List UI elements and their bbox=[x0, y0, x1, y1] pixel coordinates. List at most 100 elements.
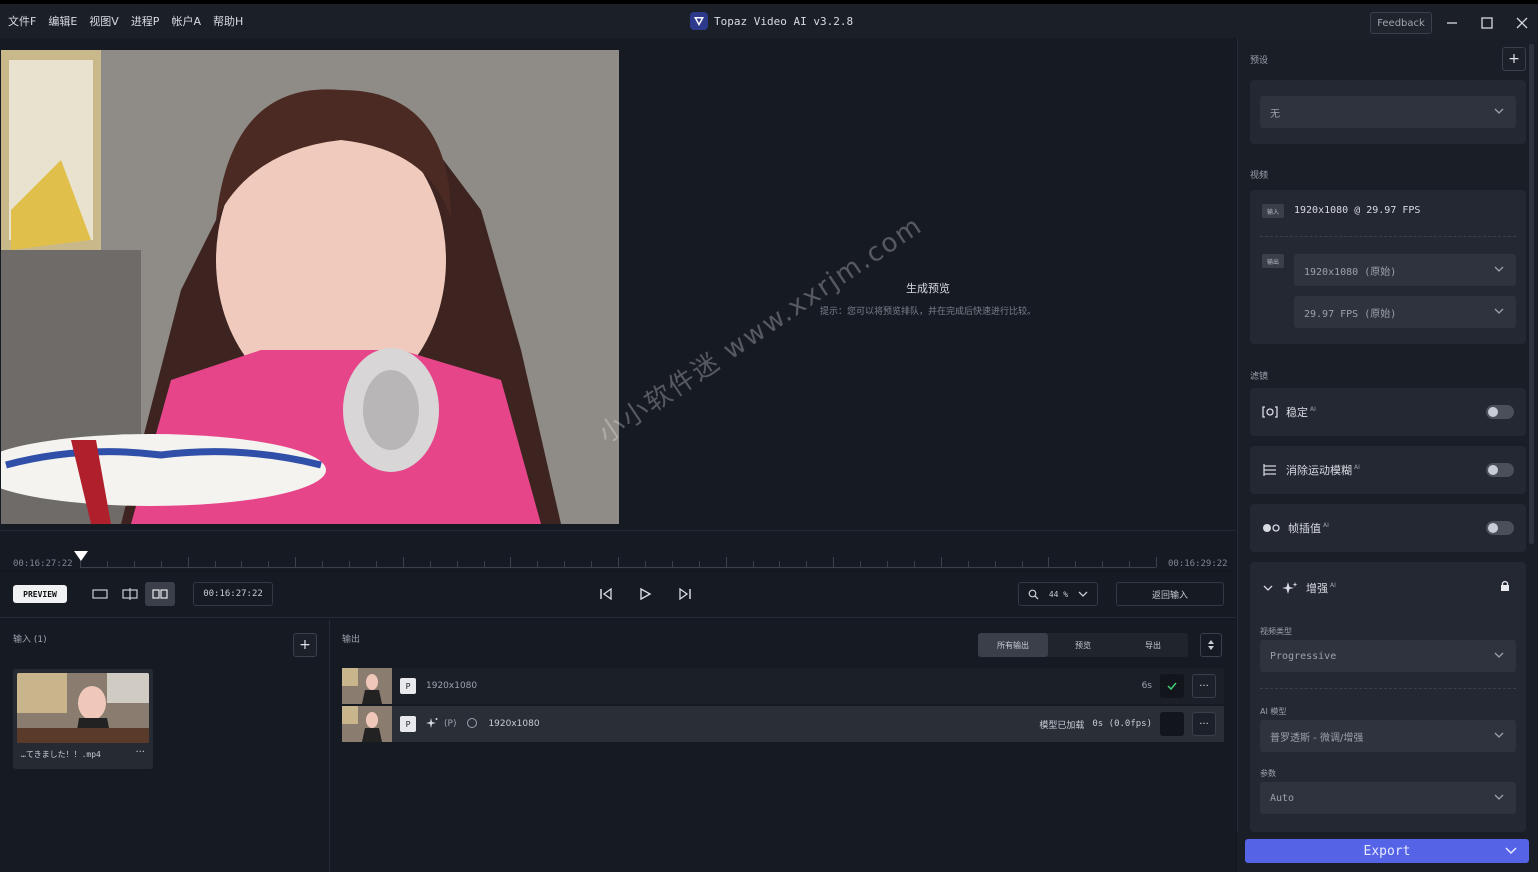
tab-all-outputs[interactable]: 所有输出 bbox=[978, 633, 1048, 657]
ai-badge: AI bbox=[1310, 406, 1316, 414]
menu-help[interactable]: 帮助H bbox=[213, 13, 243, 29]
playback-controls: PREVIEW 00:16:27:22 44 % 返回输入 bbox=[0, 572, 1236, 618]
timeline[interactable]: 00:16:27:22 00:16:29:22 bbox=[0, 530, 1236, 570]
single-view-icon[interactable] bbox=[85, 582, 115, 606]
play-icon[interactable] bbox=[635, 584, 655, 604]
input-info: 1920x1080 @ 29.97 FPS bbox=[1294, 205, 1421, 216]
filter-motion-deblur[interactable]: 消除运动模糊 AI bbox=[1250, 446, 1526, 494]
split-view-icon[interactable] bbox=[115, 582, 145, 606]
ai-badge: AI bbox=[1330, 582, 1336, 590]
row-more-button[interactable]: ··· bbox=[1192, 674, 1216, 698]
timeline-tick bbox=[940, 557, 942, 567]
settings-scrollbar[interactable] bbox=[1529, 44, 1534, 544]
zoom-icon bbox=[1028, 589, 1039, 599]
timeline-tick bbox=[913, 561, 915, 567]
preset-select[interactable]: 无 bbox=[1260, 96, 1516, 128]
tab-previews[interactable]: 预览 bbox=[1048, 633, 1118, 657]
output-resolution-value: 1920x1080 (原始) bbox=[1304, 266, 1397, 278]
ai-model-value: 普罗透斯 - 微调/增强 bbox=[1270, 732, 1364, 744]
motion-deblur-icon bbox=[1263, 464, 1276, 476]
export-button[interactable]: Export bbox=[1245, 839, 1529, 863]
menu-view[interactable]: 视图V bbox=[89, 13, 119, 29]
video-type-select[interactable]: Progressive bbox=[1260, 640, 1516, 672]
menu-file[interactable]: 文件F bbox=[8, 13, 36, 29]
playhead-icon[interactable] bbox=[74, 551, 88, 561]
side-by-side-view-icon[interactable] bbox=[145, 582, 175, 606]
frame-interpolation-icon bbox=[1263, 524, 1280, 532]
row-more-button[interactable]: ··· bbox=[1192, 712, 1216, 736]
frame-interpolation-toggle[interactable] bbox=[1486, 521, 1514, 535]
menu-process[interactable]: 进程P bbox=[131, 13, 160, 29]
filter-stabilize[interactable]: 稳定 AI bbox=[1250, 388, 1526, 436]
menu-account[interactable]: 帐户A bbox=[171, 13, 201, 29]
close-icon[interactable] bbox=[1512, 13, 1532, 33]
timeline-tick bbox=[967, 561, 969, 567]
output-fps-value: 29.97 FPS (原始) bbox=[1304, 308, 1397, 320]
timeline-tick bbox=[887, 561, 888, 567]
parameter-value: Auto bbox=[1270, 792, 1295, 804]
timeline-tick bbox=[698, 561, 700, 567]
chevron-down-icon bbox=[1494, 794, 1504, 800]
lock-icon[interactable] bbox=[1500, 580, 1510, 595]
previous-frame-icon[interactable] bbox=[596, 584, 616, 604]
timeline-tick bbox=[537, 561, 539, 567]
video-frame bbox=[1, 50, 619, 524]
video-type-label: 视频类型 bbox=[1260, 627, 1292, 636]
stabilize-toggle[interactable] bbox=[1486, 405, 1514, 419]
motion-deblur-toggle[interactable] bbox=[1486, 463, 1514, 477]
input-file-card[interactable]: …てきました！！.mp4 ··· bbox=[13, 669, 153, 769]
timeline-track[interactable] bbox=[80, 567, 1156, 568]
filter-name: 帧插值 bbox=[1288, 522, 1321, 535]
maximize-icon[interactable] bbox=[1477, 13, 1497, 33]
preset-label: 预设 bbox=[1250, 56, 1269, 66]
return-to-input-button[interactable]: 返回输入 bbox=[1116, 582, 1224, 606]
timeline-tick bbox=[268, 561, 270, 567]
tab-exports[interactable]: 导出 bbox=[1118, 633, 1188, 657]
divider bbox=[1260, 236, 1516, 237]
enhance-header[interactable]: 增强 AI bbox=[1262, 580, 1336, 596]
progress-box bbox=[1160, 712, 1184, 736]
preview-button[interactable]: PREVIEW bbox=[13, 585, 67, 603]
ai-model-select[interactable]: 普罗透斯 - 微调/增强 bbox=[1260, 720, 1516, 752]
add-preset-button[interactable]: + bbox=[1502, 47, 1526, 71]
timeline-tick bbox=[860, 561, 862, 567]
output-fps-select[interactable]: 29.97 FPS (原始) bbox=[1294, 296, 1516, 328]
timeline-tick bbox=[241, 561, 243, 567]
timeline-tick bbox=[295, 557, 297, 567]
parameter-select[interactable]: Auto bbox=[1260, 782, 1516, 814]
filter-frame-interpolation[interactable]: 帧插值 AI bbox=[1250, 504, 1526, 552]
chevron-down-icon bbox=[1078, 591, 1088, 597]
input-file-name: …てきました！！.mp4 bbox=[21, 750, 101, 759]
output-resolution-select[interactable]: 1920x1080 (原始) bbox=[1294, 254, 1516, 286]
timeline-tick bbox=[806, 561, 808, 567]
output-row[interactable]: P 1920x1080 6s ··· bbox=[342, 668, 1224, 704]
timeline-tick bbox=[456, 561, 458, 567]
zoom-value: 44 % bbox=[1048, 589, 1069, 599]
output-title: 输出 bbox=[342, 635, 361, 645]
check-icon bbox=[1160, 674, 1184, 698]
feedback-button[interactable]: Feedback bbox=[1370, 12, 1432, 34]
timeline-tick bbox=[402, 557, 404, 567]
add-input-button[interactable]: + bbox=[293, 633, 317, 657]
export-bar: Export bbox=[1237, 832, 1538, 872]
preset-card: 无 bbox=[1250, 80, 1526, 144]
filter-label: 滤镜 bbox=[1250, 372, 1269, 382]
minimize-icon[interactable] bbox=[1442, 13, 1462, 33]
input-panel: 输入 (1) + …てきました！！.mp4 ··· bbox=[0, 620, 330, 872]
zoom-control[interactable]: 44 % bbox=[1018, 582, 1098, 606]
timecode-field[interactable]: 00:16:27:22 bbox=[193, 582, 273, 606]
output-time: 0s (0.0fps) bbox=[1092, 719, 1152, 729]
chevron-down-icon[interactable] bbox=[1503, 843, 1519, 859]
timeline-tick bbox=[725, 557, 727, 567]
sort-icon[interactable] bbox=[1200, 633, 1222, 657]
timeline-tick bbox=[1021, 561, 1023, 567]
timeline-tick bbox=[106, 561, 108, 567]
input-more-button[interactable]: ··· bbox=[135, 747, 145, 758]
menu-edit[interactable]: 编辑E bbox=[48, 13, 77, 29]
chevron-down-icon bbox=[1494, 108, 1504, 114]
timeline-start-time: 00:16:27:22 bbox=[13, 559, 73, 569]
video-card: 输入 1920x1080 @ 29.97 FPS 输出 1920x1080 (原… bbox=[1250, 190, 1526, 344]
output-row[interactable]: P (P) 1920x1080 模型已加载 0s (0.0fps) ··· bbox=[342, 706, 1224, 742]
chevron-down-icon bbox=[1494, 308, 1504, 314]
next-frame-icon[interactable] bbox=[675, 584, 695, 604]
